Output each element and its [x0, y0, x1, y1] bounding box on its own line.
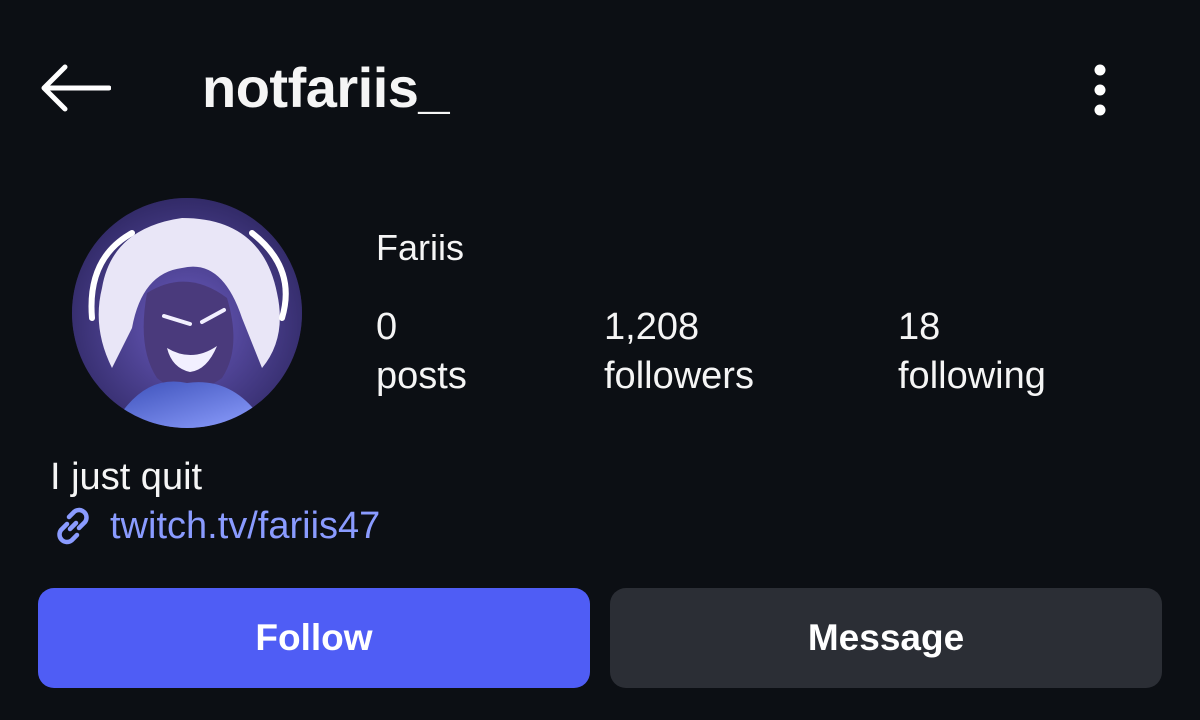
stat-following-value: 18: [898, 306, 941, 348]
stat-followers-label: followers: [604, 355, 754, 397]
top-app-bar: notfariis_: [0, 0, 1200, 180]
link-icon: [57, 507, 89, 545]
stat-following[interactable]: 18 following: [898, 304, 1046, 402]
avatar-image: [72, 198, 302, 428]
follow-button[interactable]: Follow: [38, 588, 590, 688]
profile-bio: I just quit: [50, 456, 203, 498]
message-button[interactable]: Message: [610, 588, 1162, 688]
stat-posts-value: 0: [376, 306, 398, 348]
stat-posts-label: posts: [376, 355, 467, 397]
stat-posts[interactable]: 0 posts: [376, 304, 467, 402]
arrow-left-icon: [41, 64, 111, 112]
profile-link[interactable]: twitch.tv/fariis47: [50, 502, 380, 550]
stat-following-label: following: [898, 355, 1046, 397]
stat-followers[interactable]: 1,208 followers: [604, 304, 754, 402]
profile-username: notfariis_: [202, 56, 450, 119]
stat-followers-value: 1,208: [604, 306, 700, 348]
back-button[interactable]: [38, 58, 112, 118]
kebab-vertical-icon: [1094, 64, 1106, 116]
profile-link-text: twitch.tv/fariis47: [110, 504, 381, 547]
profile-avatar[interactable]: [72, 198, 302, 428]
profile-display-name: Fariis: [376, 227, 464, 268]
more-options-button[interactable]: [1080, 60, 1120, 120]
